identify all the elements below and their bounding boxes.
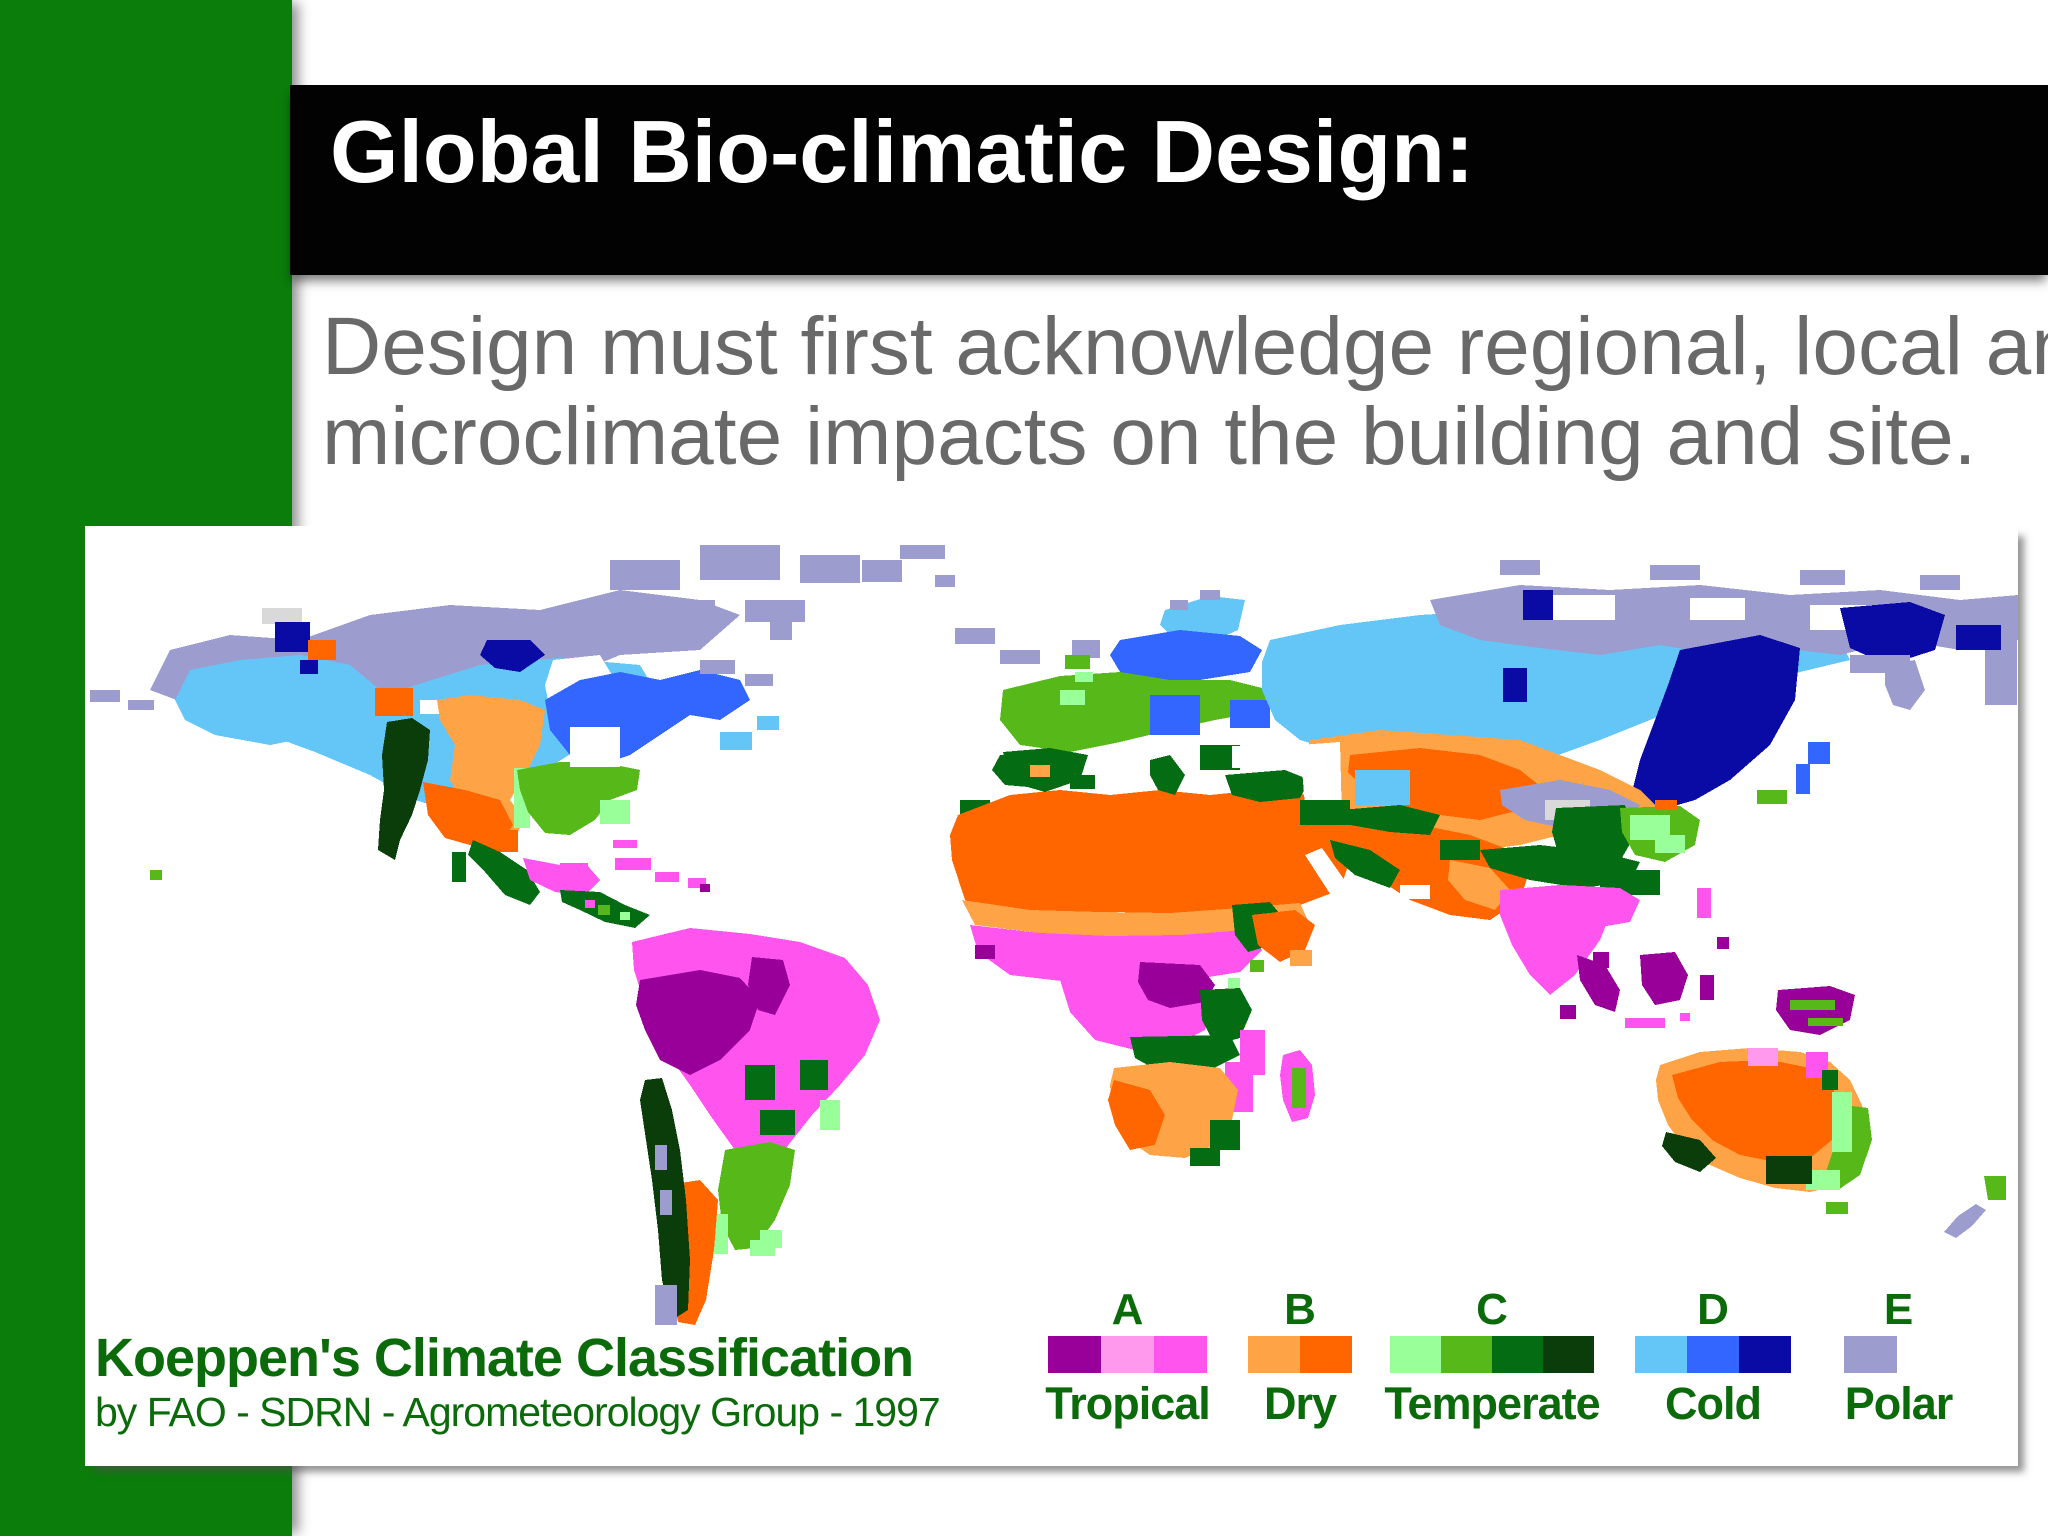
legend-code: B — [1284, 1285, 1316, 1334]
map-region-north-america — [90, 545, 1100, 928]
legend-label: Cold — [1665, 1378, 1762, 1429]
legend-label: Dry — [1263, 1378, 1337, 1429]
climate-map-figure: Koeppen's Climate Classification by FAO … — [85, 526, 2018, 1466]
map-title: Koeppen's Climate Classification — [95, 1328, 914, 1388]
legend-code: A — [1111, 1285, 1144, 1334]
legend-swatches — [1248, 1336, 1352, 1373]
map-credit: by FAO - SDRN - Agrometeorology Group - … — [95, 1389, 941, 1435]
color-swatch — [1390, 1336, 1441, 1373]
legend-swatches — [1048, 1336, 1207, 1373]
map-region-africa — [950, 752, 1358, 1166]
color-swatch — [1101, 1336, 1154, 1373]
map-region-south-america — [632, 928, 880, 1325]
legend-swatches — [1844, 1336, 1897, 1373]
color-swatch — [1687, 1336, 1739, 1373]
map-region-europe — [1000, 590, 1310, 802]
legend-group-temperate: C Temperate — [1384, 1284, 1600, 1427]
map-region-asia — [1262, 560, 2018, 1028]
legend-code: E — [1883, 1285, 1914, 1334]
legend-group-polar: E Polar — [1844, 1284, 1953, 1427]
color-swatch — [1739, 1336, 1791, 1373]
title-bar: Global Bio-climatic Design: — [290, 85, 2048, 275]
color-swatch — [1635, 1336, 1687, 1373]
legend-label: Temperate — [1384, 1378, 1600, 1429]
legend-label: Tropical — [1045, 1378, 1211, 1429]
color-swatch — [1844, 1336, 1897, 1373]
legend-label: Polar — [1844, 1378, 1954, 1429]
color-swatch — [1492, 1336, 1543, 1373]
legend-swatches — [1390, 1336, 1594, 1373]
legend-code: D — [1697, 1285, 1729, 1334]
color-swatch — [1543, 1336, 1594, 1373]
body-line-1: Design must first acknowledge regional, … — [322, 301, 2048, 392]
map-region-oceania — [1656, 986, 2006, 1238]
color-swatch — [1248, 1336, 1300, 1373]
legend-group-tropical: A Tropical — [1045, 1284, 1211, 1429]
color-swatch — [1154, 1336, 1207, 1373]
slide: { "slide": { "title": "Global Bio-climat… — [0, 0, 2048, 1536]
legend-group-cold: D Cold — [1635, 1284, 1791, 1427]
legend-code: C — [1476, 1285, 1508, 1334]
color-swatch — [1441, 1336, 1492, 1373]
legend-swatches — [1635, 1336, 1791, 1373]
slide-title: Global Bio-climatic Design: — [330, 102, 1475, 201]
body-line-2: microclimate impacts on the building and… — [322, 391, 1977, 482]
legend-group-dry: B Dry — [1248, 1284, 1352, 1427]
color-swatch — [1300, 1336, 1352, 1373]
color-swatch — [1048, 1336, 1101, 1373]
slide-body-text: Design must first acknowledge regional, … — [322, 302, 2048, 482]
